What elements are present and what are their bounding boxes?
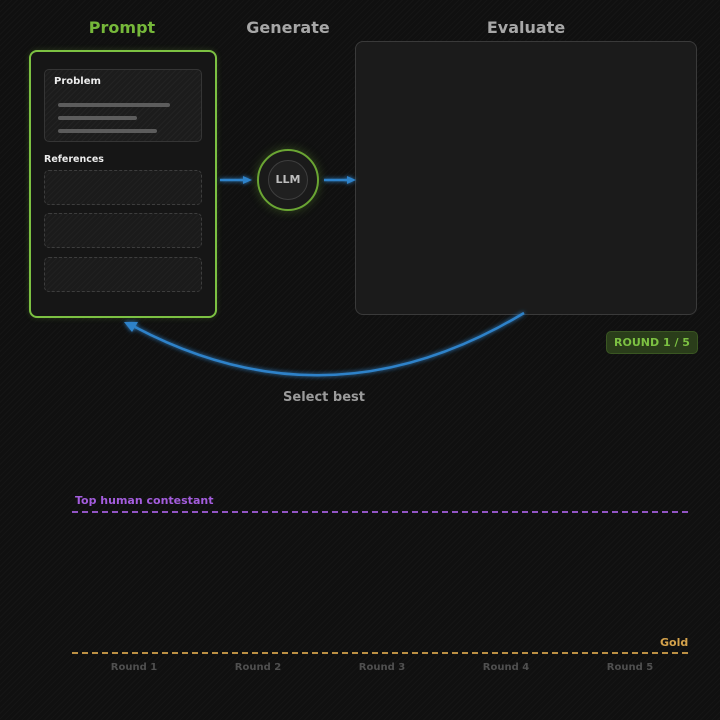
round-tick-label: Round 1 [110,662,158,673]
problem-text-line [58,103,170,107]
arrow-prompt-to-llm [220,176,252,184]
problem-text-line [58,116,137,120]
round-tick-label: Round 3 [358,662,406,673]
references-title: References [44,154,104,165]
stage-title-evaluate: Evaluate [486,18,566,37]
round-tick-label: Round 5 [606,662,654,673]
stage-title-prompt: Prompt [88,18,156,37]
llm-label: LLM [275,173,301,186]
problem-title: Problem [54,76,101,87]
reference-slot [44,170,202,205]
round-tick-label: Round 2 [234,662,282,673]
reference-slot [44,213,202,248]
round-tick-label: Round 4 [482,662,530,673]
problem-text-line [58,129,157,133]
arrow-llm-to-evaluate [324,176,356,184]
feedback-label: Select best [283,390,365,405]
llm-node: LLM [257,149,319,211]
evaluate-panel [355,41,697,315]
gold-label: Gold [660,636,689,649]
problem-card: Problem [44,69,202,142]
pipeline-diagram: Prompt Generate Evaluate Problem Referen… [0,0,720,720]
stage-title-generate: Generate [246,18,330,37]
round-badge: ROUND 1 / 5 [606,331,698,354]
reference-slot [44,257,202,292]
top-human-label: Top human contestant [75,494,214,507]
prompt-panel: Problem References [29,50,217,318]
feedback-arrow [124,311,525,377]
